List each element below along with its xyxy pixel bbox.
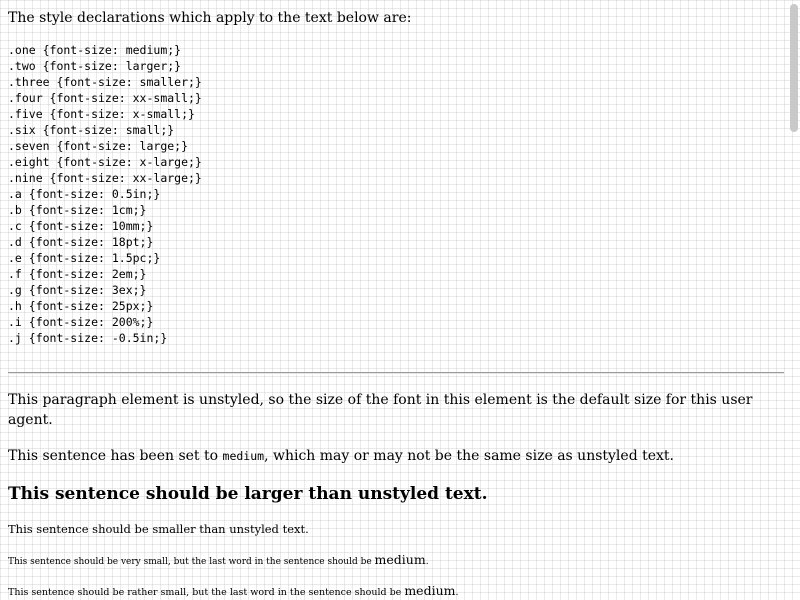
paragraph-four: This sentence should be very small, but …	[8, 553, 784, 569]
css-rule: .two {font-size: larger;}	[8, 59, 182, 73]
css-rule: .a {font-size: 0.5in;}	[8, 187, 161, 201]
css-rule: .d {font-size: 18pt;}	[8, 235, 154, 249]
css-rule: .g {font-size: 3ex;}	[8, 283, 147, 297]
paragraph-one-text: This sentence has been set to	[8, 448, 223, 464]
scrollbar-thumb[interactable]	[790, 4, 798, 132]
paragraph-one: This sentence has been set to medium, wh…	[8, 446, 784, 466]
paragraph-one-text-end: , which may or may not be the same size …	[264, 448, 674, 464]
css-rule: .three {font-size: smaller;}	[8, 75, 202, 89]
css-rule: .c {font-size: 10mm;}	[8, 219, 154, 233]
paragraph-five-text: This sentence should be rather small, bu…	[8, 587, 405, 598]
css-rule: .h {font-size: 25px;}	[8, 299, 154, 313]
paragraph-four-medium-word: medium	[374, 552, 426, 567]
intro-text: The style declarations which apply to th…	[8, 10, 412, 26]
paragraph-three: This sentence should be smaller than uns…	[8, 522, 309, 536]
css-rule: .four {font-size: xx-small;}	[8, 91, 202, 105]
paragraph-two: This sentence should be larger than unst…	[8, 484, 488, 504]
css-rule: .seven {font-size: large;}	[8, 139, 189, 153]
paragraph-four-period: .	[425, 557, 429, 567]
paragraph-unstyled: This paragraph element is unstyled, so t…	[8, 392, 753, 428]
paragraph-five-medium-word: medium	[404, 583, 456, 598]
css-rule: .e {font-size: 1.5pc;}	[8, 251, 161, 265]
css-rule: .six {font-size: small;}	[8, 123, 175, 137]
css-declarations: .one {font-size: medium;} .two {font-size…	[8, 42, 784, 346]
css-rule: .i {font-size: 200%;}	[8, 315, 154, 329]
css-rule: .f {font-size: 2em;}	[8, 267, 147, 281]
css-rule: .b {font-size: 1cm;}	[8, 203, 147, 217]
paragraph-four-text: This sentence should be very small, but …	[8, 557, 375, 567]
paragraph-one-code: medium	[222, 449, 265, 463]
divider	[8, 372, 784, 374]
css-rule: .five {font-size: x-small;}	[8, 107, 195, 121]
css-rule: .eight {font-size: x-large;}	[8, 155, 202, 169]
page-content: The style declarations which apply to th…	[8, 8, 784, 600]
paragraph-five-period: .	[455, 587, 459, 598]
paragraph-five: This sentence should be rather small, bu…	[8, 584, 784, 600]
css-rule: .one {font-size: medium;}	[8, 43, 182, 57]
css-rule: .nine {font-size: xx-large;}	[8, 171, 202, 185]
css-rule: .j {font-size: -0.5in;}	[8, 331, 168, 345]
vertical-scrollbar[interactable]	[790, 0, 798, 600]
